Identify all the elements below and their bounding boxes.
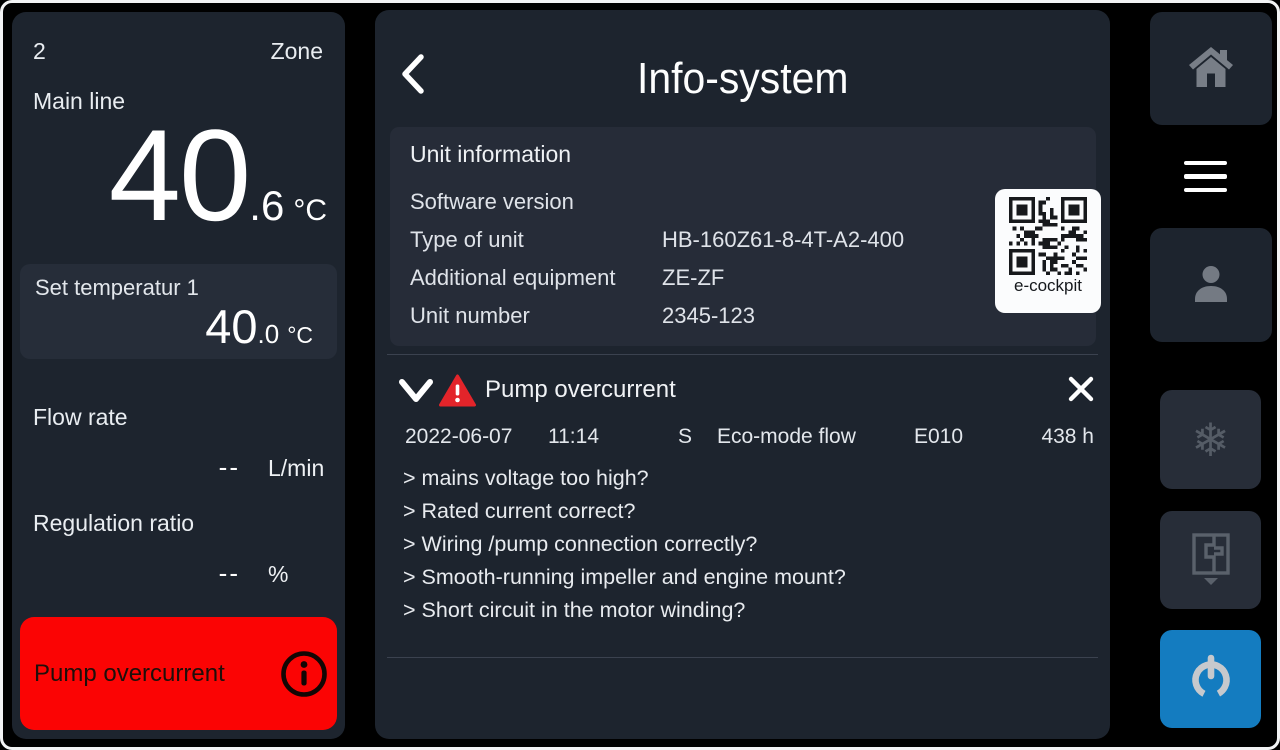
main-line-temperature: 40 .6 °C	[109, 110, 327, 240]
alarm-title: Pump overcurrent	[485, 376, 676, 404]
set-temp-value-int: 40	[205, 303, 257, 350]
snowflake-icon: ❄	[1191, 417, 1230, 463]
unit-information-title: Unit information	[410, 141, 571, 168]
sidebar-user-button[interactable]	[1150, 228, 1272, 342]
unit-info-row-label: Software version	[410, 189, 574, 215]
qr-label: e-cockpit	[1014, 276, 1082, 296]
alarm-state: S	[678, 425, 692, 449]
unit-info-row-label: Additional equipment	[410, 265, 615, 291]
alarm-expand-button[interactable]	[398, 378, 434, 407]
flow-rate-unit: L/min	[268, 455, 324, 482]
main-line-unit: °C	[293, 194, 327, 228]
set-temperature-label: Set temperatur 1	[35, 275, 199, 301]
checklist-item: > mains voltage too high?	[403, 462, 846, 495]
flow-rate-value: --	[170, 452, 240, 483]
unit-info-row-value: HB-160Z61-8-4T-A2-400	[662, 227, 904, 253]
menu-icon	[1184, 161, 1227, 193]
zone-header: 2 Zone	[33, 38, 323, 65]
regulation-ratio-value: --	[170, 558, 240, 589]
set-temperature-card[interactable]: Set temperatur 1 40 .0 °C	[20, 264, 337, 359]
alarm-time: 11:14	[548, 425, 599, 449]
unit-info-row-value: 2345-123	[662, 303, 755, 329]
alarm-button-label: Pump overcurrent	[34, 660, 225, 688]
alarm-date: 2022-06-07	[405, 425, 512, 449]
checklist-item: > Wiring /pump connection correctly?	[403, 528, 846, 561]
e-cockpit-qr-card: e-cockpit	[995, 189, 1101, 313]
set-temp-unit: °C	[287, 322, 313, 349]
set-temp-value-dec: .0	[258, 319, 280, 350]
warning-triangle-icon	[439, 374, 476, 412]
alarm-checklist: > mains voltage too high? > Rated curren…	[403, 462, 846, 627]
sidebar-home-button[interactable]	[1150, 12, 1272, 125]
main-line-value-int: 40	[109, 110, 250, 240]
checklist-item: > Short circuit in the motor winding?	[403, 594, 846, 627]
mold-icon	[1188, 531, 1234, 590]
chevron-down-icon	[398, 392, 434, 407]
set-temperature-value: 40 .0 °C	[205, 303, 313, 350]
sidebar-cooling-button[interactable]: ❄	[1160, 390, 1261, 489]
unit-info-row-value: ZE-ZF	[662, 265, 724, 291]
unit-info-row-label: Type of unit	[410, 227, 524, 253]
alarm-close-button[interactable]	[1066, 374, 1096, 407]
user-icon	[1189, 262, 1233, 309]
flow-rate-label: Flow rate	[33, 404, 128, 431]
zone-number: 2	[33, 38, 46, 65]
close-icon	[1066, 392, 1096, 407]
separator	[387, 657, 1098, 658]
info-icon	[280, 650, 328, 698]
device-screen: 2 Zone Main line 40 .6 °C Set temperatur…	[0, 0, 1280, 750]
unit-info-row-label: Unit number	[410, 303, 530, 329]
qr-code-icon	[1009, 197, 1087, 275]
power-button[interactable]	[1160, 630, 1261, 728]
zone-panel: 2 Zone Main line 40 .6 °C Set temperatur…	[12, 12, 345, 739]
alarm-error-code: E010	[914, 425, 963, 449]
regulation-ratio-label: Regulation ratio	[33, 510, 194, 537]
power-icon	[1188, 654, 1234, 705]
checklist-item: > Rated current correct?	[403, 495, 846, 528]
unit-information-card: Unit information Software version Type o…	[390, 127, 1096, 346]
regulation-ratio-unit: %	[268, 561, 288, 588]
pump-overcurrent-alarm-button[interactable]: Pump overcurrent	[20, 617, 337, 730]
home-icon	[1187, 45, 1235, 92]
main-line-value-dec: .6	[249, 182, 284, 230]
page-title: Info-system	[375, 54, 1110, 104]
sidebar-menu-button[interactable]	[1138, 127, 1272, 226]
separator	[387, 354, 1098, 355]
alarm-mode: Eco-mode flow	[717, 425, 856, 449]
sidebar-mold-button[interactable]	[1160, 511, 1261, 609]
alarm-details-row: 2022-06-07 11:14 S Eco-mode flow E010 43…	[375, 425, 1110, 453]
info-system-panel: Info-system Unit information Software ve…	[375, 10, 1110, 739]
zone-label: Zone	[271, 38, 323, 65]
checklist-item: > Smooth-running impeller and engine mou…	[403, 561, 846, 594]
alarm-operating-hours: 438 h	[1041, 425, 1094, 449]
